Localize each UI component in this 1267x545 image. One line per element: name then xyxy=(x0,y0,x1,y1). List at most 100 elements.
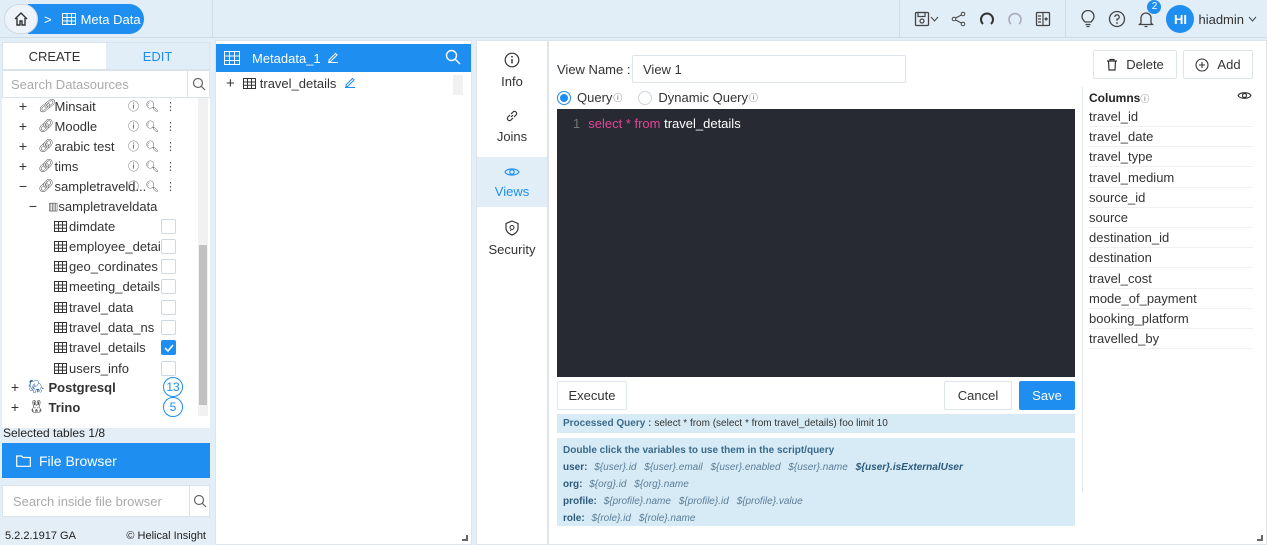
radio-dynamic-query[interactable] xyxy=(638,90,653,105)
redo-button[interactable] xyxy=(1007,7,1023,31)
info-icon[interactable]: ⓘ xyxy=(128,178,139,194)
tree-item-datasource[interactable]: − 🔗︎ sampletraveld... ⓘ 🔍︎ ⋮ xyxy=(2,176,198,196)
tree-item-table[interactable]: employee_details xyxy=(2,236,198,256)
execute-button[interactable]: Execute xyxy=(557,381,627,410)
tab-edit[interactable]: EDIT xyxy=(106,43,209,69)
tree-item-table[interactable]: geo_cordinates xyxy=(2,257,198,277)
resize-handle[interactable] xyxy=(462,535,468,541)
breadcrumb-current[interactable]: > Meta Data xyxy=(28,4,144,34)
tips-button[interactable] xyxy=(1080,7,1096,31)
tree-item-schema[interactable]: − ▥ sampletraveldata xyxy=(2,196,158,216)
column-item[interactable]: mode_of_payment xyxy=(1089,289,1253,309)
save-menu-button[interactable] xyxy=(914,7,939,31)
search-icon[interactable]: 🔍︎ xyxy=(145,120,159,133)
expand-button[interactable]: + xyxy=(16,158,30,174)
search-icon[interactable]: 🔍︎ xyxy=(145,100,159,113)
variable[interactable]: ${user}.email xyxy=(644,462,702,473)
column-item[interactable]: destination_id xyxy=(1089,228,1253,249)
file-browser-button[interactable]: File Browser xyxy=(2,443,210,478)
tree-item-datasource[interactable]: + 🔗︎ Moodle ⓘ 🔍︎ ⋮ xyxy=(2,116,198,136)
metadata-scrollbar[interactable] xyxy=(453,75,463,95)
expand-button[interactable]: + xyxy=(16,98,30,114)
column-item[interactable]: booking_platform xyxy=(1089,309,1253,329)
view-name-input[interactable] xyxy=(632,55,906,83)
expand-button[interactable]: + xyxy=(226,75,235,92)
side-menu-views[interactable]: Views xyxy=(477,157,547,207)
scrollbar-thumb[interactable] xyxy=(199,245,207,405)
help-button[interactable] xyxy=(1108,7,1126,31)
column-item[interactable]: travel_date xyxy=(1089,127,1253,148)
tree-item-table[interactable]: users_info xyxy=(2,358,198,378)
table-checkbox[interactable] xyxy=(161,299,176,315)
tree-item-table[interactable]: travel_data xyxy=(2,297,198,317)
tree-item-datasource[interactable]: + 🔗︎ Minsait ⓘ 🔍︎ ⋮ xyxy=(2,98,198,116)
more-icon[interactable]: ⋮ xyxy=(165,140,176,153)
variable[interactable]: ${profile}.value xyxy=(737,496,803,507)
radio-query[interactable] xyxy=(557,90,571,105)
search-icon[interactable]: 🔍︎ xyxy=(145,160,159,173)
tree-item-datasource[interactable]: + 🔗︎ tims ⓘ 🔍︎ ⋮ xyxy=(2,156,198,176)
collapse-button[interactable]: − xyxy=(16,178,30,194)
variable[interactable]: ${profile}.name xyxy=(604,496,671,507)
add-view-button[interactable]: Add xyxy=(1183,50,1253,79)
column-item[interactable]: source xyxy=(1089,208,1253,228)
table-checkbox[interactable] xyxy=(161,360,176,376)
info-icon[interactable]: ⓘ xyxy=(128,138,139,154)
user-menu[interactable]: HI hiadmin xyxy=(1166,5,1257,33)
toggle-columns-visibility[interactable] xyxy=(1237,89,1252,104)
variable[interactable]: ${user}.name xyxy=(788,462,848,473)
undo-button[interactable] xyxy=(979,7,995,31)
column-item[interactable]: source_id xyxy=(1089,188,1253,208)
column-item[interactable]: travel_type xyxy=(1089,147,1253,168)
variable[interactable]: ${user}.isExternalUser xyxy=(856,462,963,473)
column-item[interactable]: travel_medium xyxy=(1089,168,1253,188)
variable[interactable]: ${role}.name xyxy=(639,513,696,524)
cancel-button[interactable]: Cancel xyxy=(944,381,1012,410)
tree-item-table[interactable]: travel_details xyxy=(2,338,198,358)
home-button[interactable] xyxy=(4,4,38,34)
variable[interactable]: ${user}.id xyxy=(594,462,636,473)
resize-handle[interactable] xyxy=(1257,535,1263,541)
metadata-search-button[interactable] xyxy=(445,49,461,68)
side-menu-joins[interactable]: Joins xyxy=(477,101,547,151)
tree-item-table[interactable]: meeting_details xyxy=(2,277,198,297)
more-icon[interactable]: ⋮ xyxy=(165,180,176,193)
table-checkbox[interactable] xyxy=(161,259,176,275)
save-button[interactable]: Save xyxy=(1019,381,1075,410)
tree-scrollbar[interactable] xyxy=(198,98,208,416)
info-icon[interactable]: ⓘ xyxy=(1140,94,1149,104)
variable[interactable]: ${org}.id xyxy=(589,479,626,490)
panel-toggle-button[interactable] xyxy=(1035,7,1051,31)
table-checkbox[interactable] xyxy=(161,340,176,356)
expand-button[interactable]: + xyxy=(16,118,30,134)
side-menu-info[interactable]: Info xyxy=(477,45,547,95)
tree-item-datasource[interactable]: + 🔗︎ arabic test ⓘ 🔍︎ ⋮ xyxy=(2,136,198,156)
edit-title-button[interactable] xyxy=(327,51,339,66)
delete-view-button[interactable]: Delete xyxy=(1093,50,1177,79)
share-button[interactable] xyxy=(951,7,967,31)
info-icon[interactable]: ⓘ xyxy=(128,98,139,114)
column-item[interactable]: travel_cost xyxy=(1089,269,1253,289)
variable[interactable]: ${profile}.id xyxy=(679,496,729,507)
expand-button[interactable]: + xyxy=(8,399,22,415)
table-checkbox[interactable] xyxy=(161,218,176,234)
table-checkbox[interactable] xyxy=(161,279,176,295)
table-checkbox[interactable] xyxy=(161,238,176,254)
search-button[interactable] xyxy=(189,486,209,516)
column-item[interactable]: travel_id xyxy=(1089,107,1253,127)
notifications-button[interactable]: 2 xyxy=(1138,0,1162,31)
tree-item-table[interactable]: dimdate xyxy=(2,216,198,236)
variable[interactable]: ${role}.id xyxy=(591,513,630,524)
info-icon[interactable]: ⓘ xyxy=(749,91,758,104)
metadata-item[interactable]: + travel_details xyxy=(226,75,356,92)
more-icon[interactable]: ⋮ xyxy=(165,120,176,133)
expand-button[interactable]: + xyxy=(16,138,30,154)
collapse-button[interactable]: − xyxy=(26,198,40,214)
column-item[interactable]: destination xyxy=(1089,248,1253,269)
tab-create[interactable]: CREATE xyxy=(3,43,106,69)
datasource-search-input[interactable] xyxy=(3,71,187,97)
side-menu-security[interactable]: Security xyxy=(477,213,547,263)
edit-item-button[interactable] xyxy=(344,76,356,91)
expand-button[interactable]: + xyxy=(8,379,22,395)
tree-item-table[interactable]: travel_data_ns xyxy=(2,318,198,338)
